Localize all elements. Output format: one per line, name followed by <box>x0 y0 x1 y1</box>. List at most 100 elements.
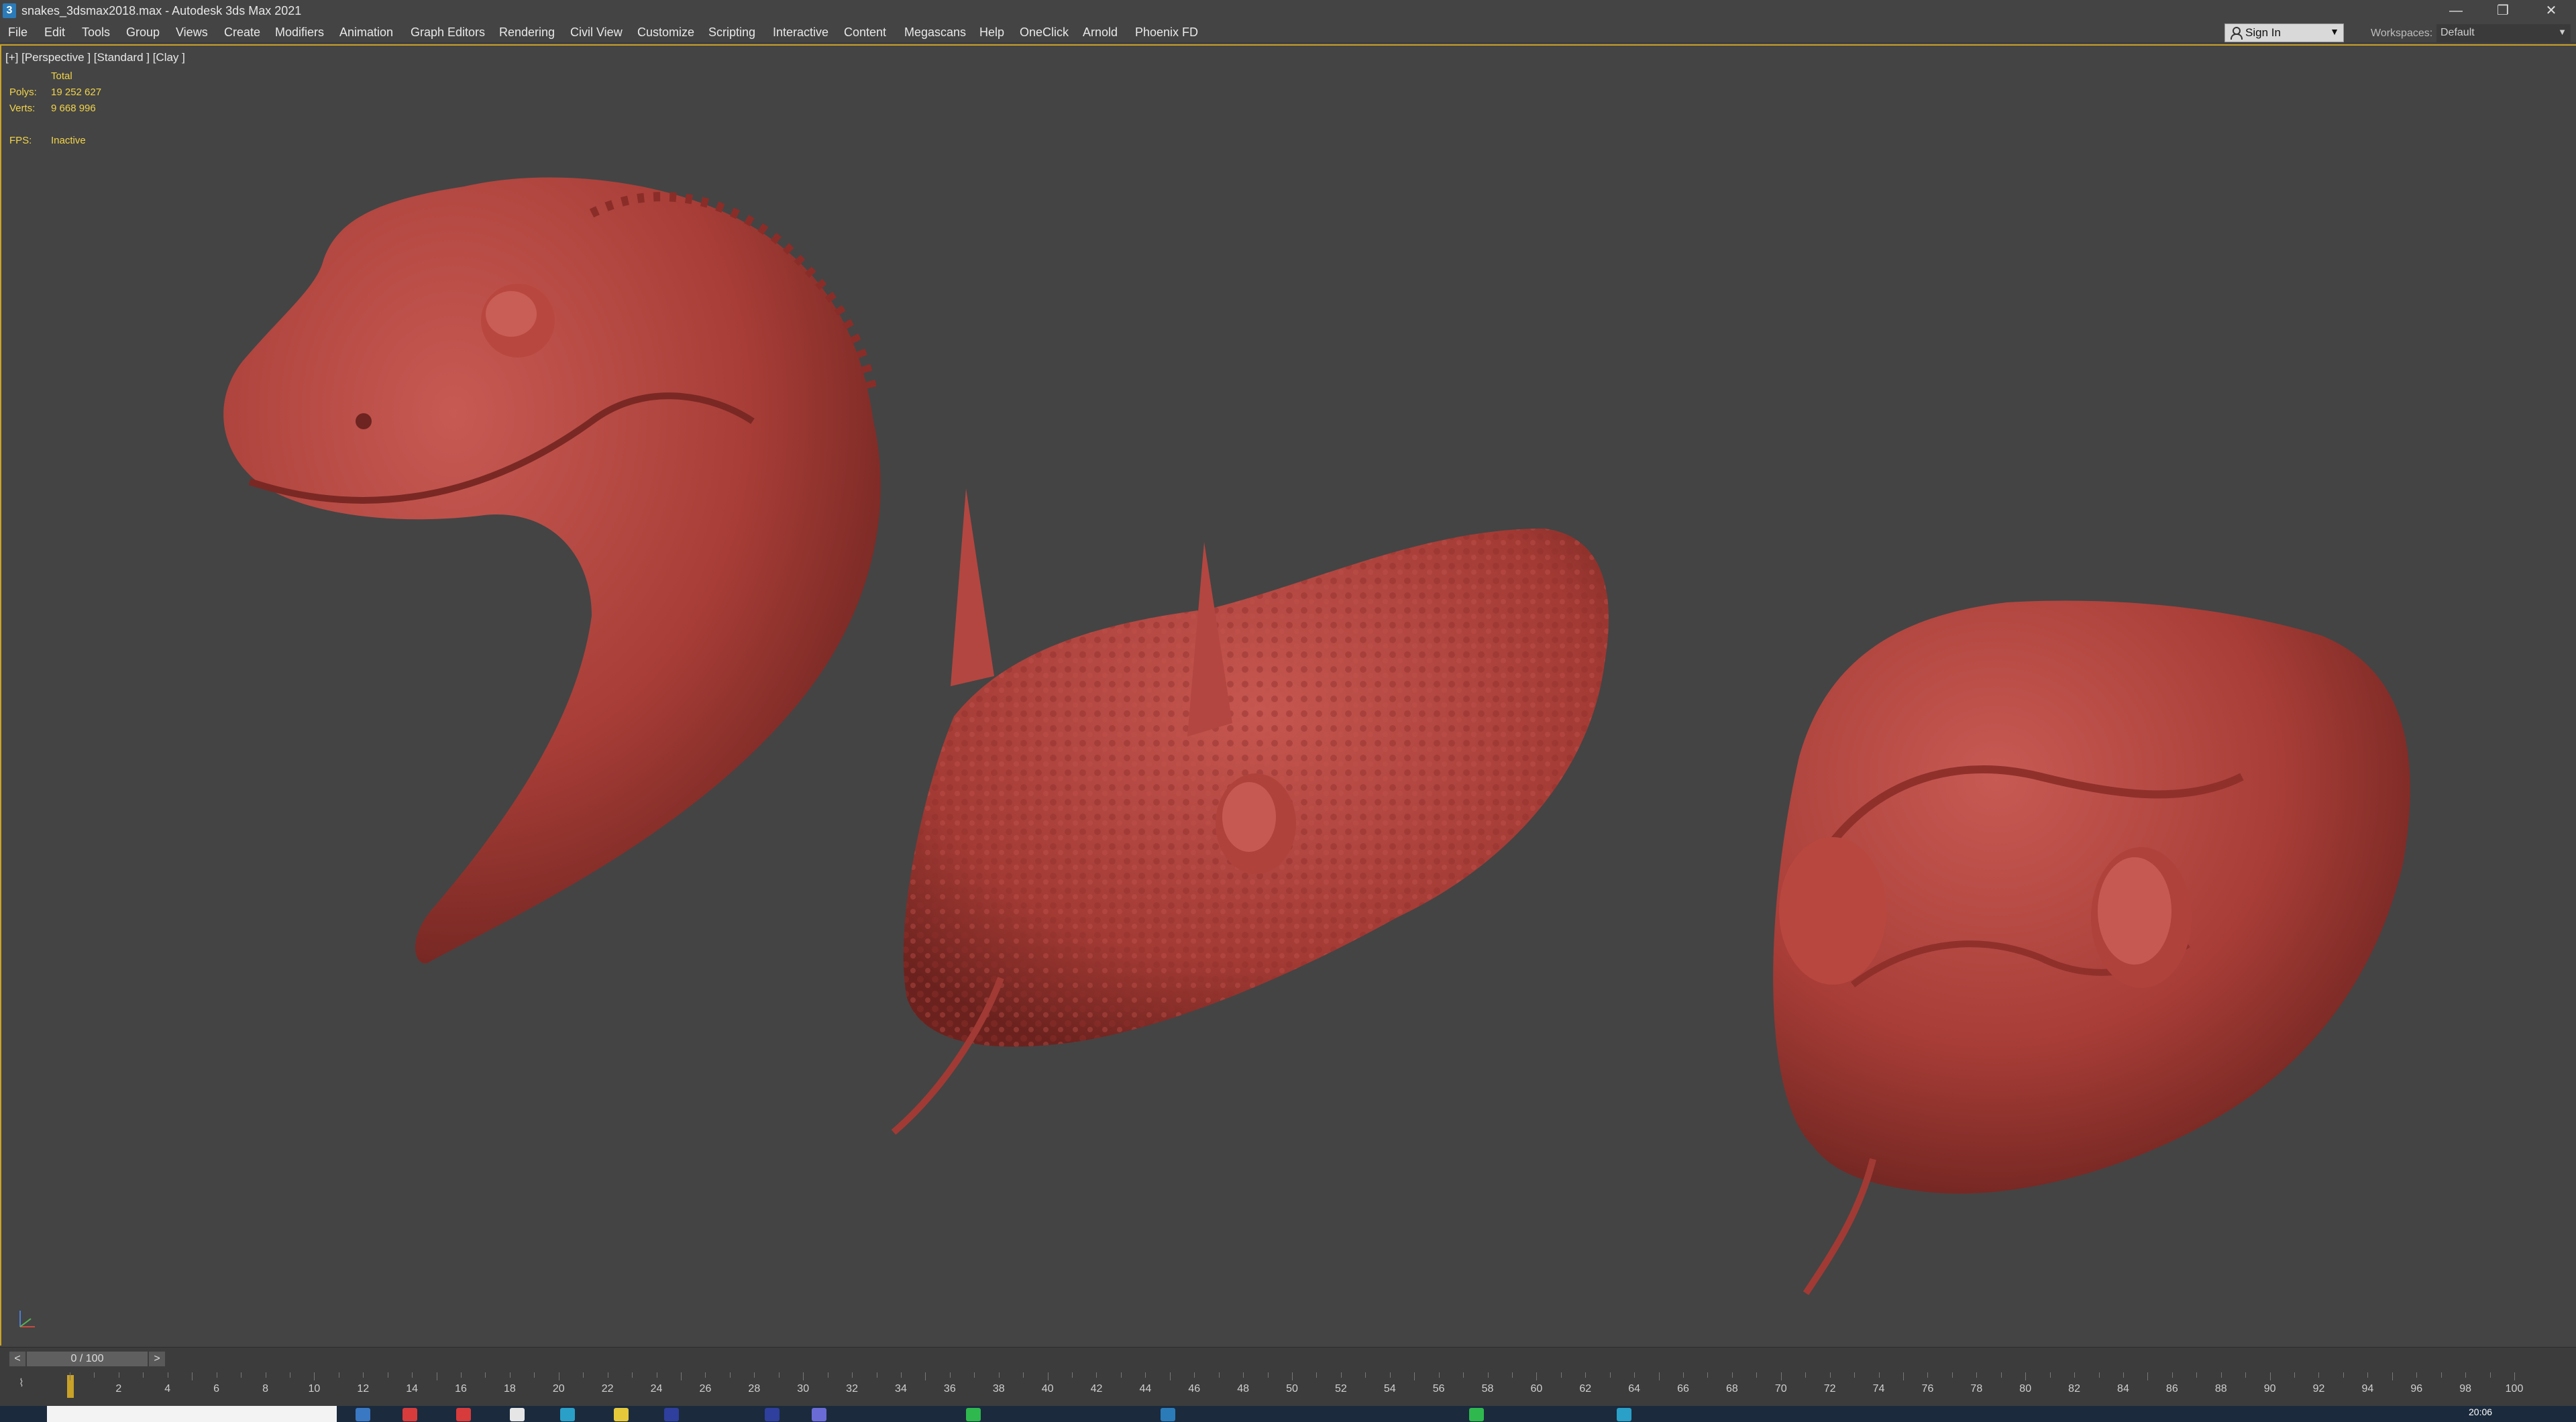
menu-oneclick[interactable]: OneClick <box>1020 25 1069 40</box>
menu-phoenix-fd[interactable]: Phoenix FD <box>1135 25 1198 40</box>
taskbar-app-icon[interactable] <box>402 1408 417 1421</box>
frame-tick <box>1023 1372 1024 1378</box>
frame-tick-label: 58 <box>1481 1383 1494 1394</box>
taskbar-app-icon[interactable] <box>356 1408 370 1421</box>
axis-tripod-icon <box>19 1311 35 1327</box>
sign-in-dropdown[interactable]: Sign In ▼ <box>2224 23 2344 42</box>
frame-tick <box>900 1372 902 1378</box>
frame-tick <box>778 1372 780 1378</box>
menu-rendering[interactable]: Rendering <box>499 25 555 40</box>
frame-tick <box>1120 1372 1122 1378</box>
menu-interactive[interactable]: Interactive <box>773 25 828 40</box>
menu-civil-view[interactable]: Civil View <box>570 25 623 40</box>
taskbar-app-icon[interactable] <box>560 1408 575 1421</box>
mini-curve-editor-icon[interactable]: ⌇ <box>19 1376 24 1390</box>
menu-help[interactable]: Help <box>979 25 1004 40</box>
3dsmax-app-icon[interactable]: 3 <box>3 3 16 18</box>
workspaces-label: Workspaces: <box>2371 28 2433 39</box>
frame-tick <box>363 1372 364 1378</box>
menu-views[interactable]: Views <box>176 25 208 40</box>
menu-graph-editors[interactable]: Graph Editors <box>411 25 485 40</box>
time-slider-next-button[interactable]: > <box>149 1352 165 1366</box>
viewport-scene[interactable] <box>1 46 2576 1346</box>
track-bar[interactable]: ⌇ 2 4 6 8 10 12 14 16 18 20 22 24 26 28 30 32 34 36 38 40 42… <box>0 1371 2576 1406</box>
taskbar-search-box[interactable] <box>47 1406 337 1422</box>
perspective-viewport[interactable]: [+] [Perspective ] [Standard ] [Clay ] T… <box>0 44 2576 1346</box>
taskbar-app-icon[interactable] <box>1617 1408 1631 1421</box>
frame-tick <box>925 1372 926 1380</box>
menu-edit[interactable]: Edit <box>44 25 65 40</box>
frame-tick <box>2416 1372 2418 1378</box>
taskbar-clock[interactable]: 20:06 <box>2469 1407 2492 1417</box>
menu-animation[interactable]: Animation <box>339 25 393 40</box>
taskbar-app-icon[interactable] <box>765 1408 780 1421</box>
menu-arnold[interactable]: Arnold <box>1083 25 1118 40</box>
taskbar-app-icon[interactable] <box>456 1408 471 1421</box>
frame-tick <box>2269 1372 2271 1380</box>
frame-tick <box>949 1372 951 1378</box>
stats-total-label: Total <box>51 70 72 82</box>
viewport-statistics: Total Polys: 19 252 627 Verts: 9 668 996 F… <box>9 68 101 149</box>
frame-tick-label: 48 <box>1237 1383 1250 1394</box>
frame-tick <box>1878 1372 1880 1378</box>
stats-polys-label: Polys: <box>9 87 37 98</box>
frame-tick <box>1218 1372 1220 1378</box>
frame-tick <box>485 1372 486 1378</box>
sign-in-label: Sign In <box>2245 26 2281 39</box>
frame-tick-label: 36 <box>943 1383 956 1394</box>
stats-fps-label: FPS: <box>9 135 32 146</box>
taskbar-app-icon[interactable] <box>1469 1408 1484 1421</box>
time-slider-prev-button[interactable]: < <box>9 1352 25 1366</box>
frame-tick <box>2000 1372 2002 1378</box>
frame-tick <box>2245 1372 2247 1378</box>
menu-modifiers[interactable]: Modifiers <box>275 25 324 40</box>
frame-tick <box>1805 1372 1807 1378</box>
frame-tick <box>1414 1372 1415 1380</box>
workspace-value: Default <box>2440 27 2475 38</box>
taskbar-app-icon[interactable] <box>664 1408 679 1421</box>
menu-content[interactable]: Content <box>844 25 886 40</box>
workspaces-select[interactable]: Default ▼ <box>2436 24 2571 42</box>
time-slider[interactable]: < 0 / 100 > <box>0 1347 2576 1371</box>
menu-create[interactable]: Create <box>224 25 260 40</box>
frame-tick <box>2392 1372 2393 1380</box>
frame-tick <box>681 1372 682 1380</box>
time-slider-thumb[interactable]: 0 / 100 <box>27 1352 148 1366</box>
frame-tick <box>2025 1372 2027 1380</box>
menu-megascans[interactable]: Megascans <box>904 25 966 40</box>
frame-tick <box>1829 1372 1831 1378</box>
frame-tick <box>1854 1372 1856 1378</box>
taskbar-3dsmax-icon[interactable] <box>1161 1408 1175 1421</box>
frame-tick <box>754 1372 755 1378</box>
snake-head-right[interactable] <box>1773 600 2410 1295</box>
close-button[interactable]: ✕ <box>2528 0 2575 21</box>
frame-tick <box>1731 1372 1733 1378</box>
frame-tick-label: 28 <box>748 1383 761 1394</box>
menu-group[interactable]: Group <box>126 25 160 40</box>
frame-tick-label: 100 <box>2505 1383 2524 1394</box>
menu-scripting[interactable]: Scripting <box>708 25 755 40</box>
taskbar-app-icon[interactable] <box>510 1408 525 1421</box>
frame-tick <box>1292 1372 1293 1380</box>
snake-head-left[interactable] <box>223 177 881 964</box>
taskbar-app-icon[interactable] <box>614 1408 629 1421</box>
frame-tick <box>2147 1372 2149 1380</box>
frame-tick <box>2049 1372 2051 1378</box>
frame-tick <box>583 1372 584 1378</box>
frame-tick <box>1316 1372 1318 1378</box>
taskbar-app-icon[interactable] <box>966 1408 981 1421</box>
current-frame-marker[interactable] <box>67 1375 74 1398</box>
menu-file[interactable]: File <box>8 25 28 40</box>
frame-tick <box>461 1372 462 1378</box>
restore-button[interactable]: ❐ <box>2479 0 2526 21</box>
frame-tick-label: 94 <box>2361 1383 2374 1394</box>
snake-head-middle[interactable] <box>891 488 1609 1135</box>
menu-tools[interactable]: Tools <box>82 25 110 40</box>
taskbar-app-icon[interactable] <box>812 1408 826 1421</box>
viewport-label[interactable]: [+] [Perspective ] [Standard ] [Clay ] <box>5 51 185 64</box>
menu-customize[interactable]: Customize <box>637 25 694 40</box>
minimize-button[interactable]: — <box>2432 0 2479 21</box>
chevron-down-icon: ▼ <box>2330 26 2339 37</box>
frame-tick <box>2440 1372 2442 1378</box>
frame-tick-label: 72 <box>1823 1383 1836 1394</box>
